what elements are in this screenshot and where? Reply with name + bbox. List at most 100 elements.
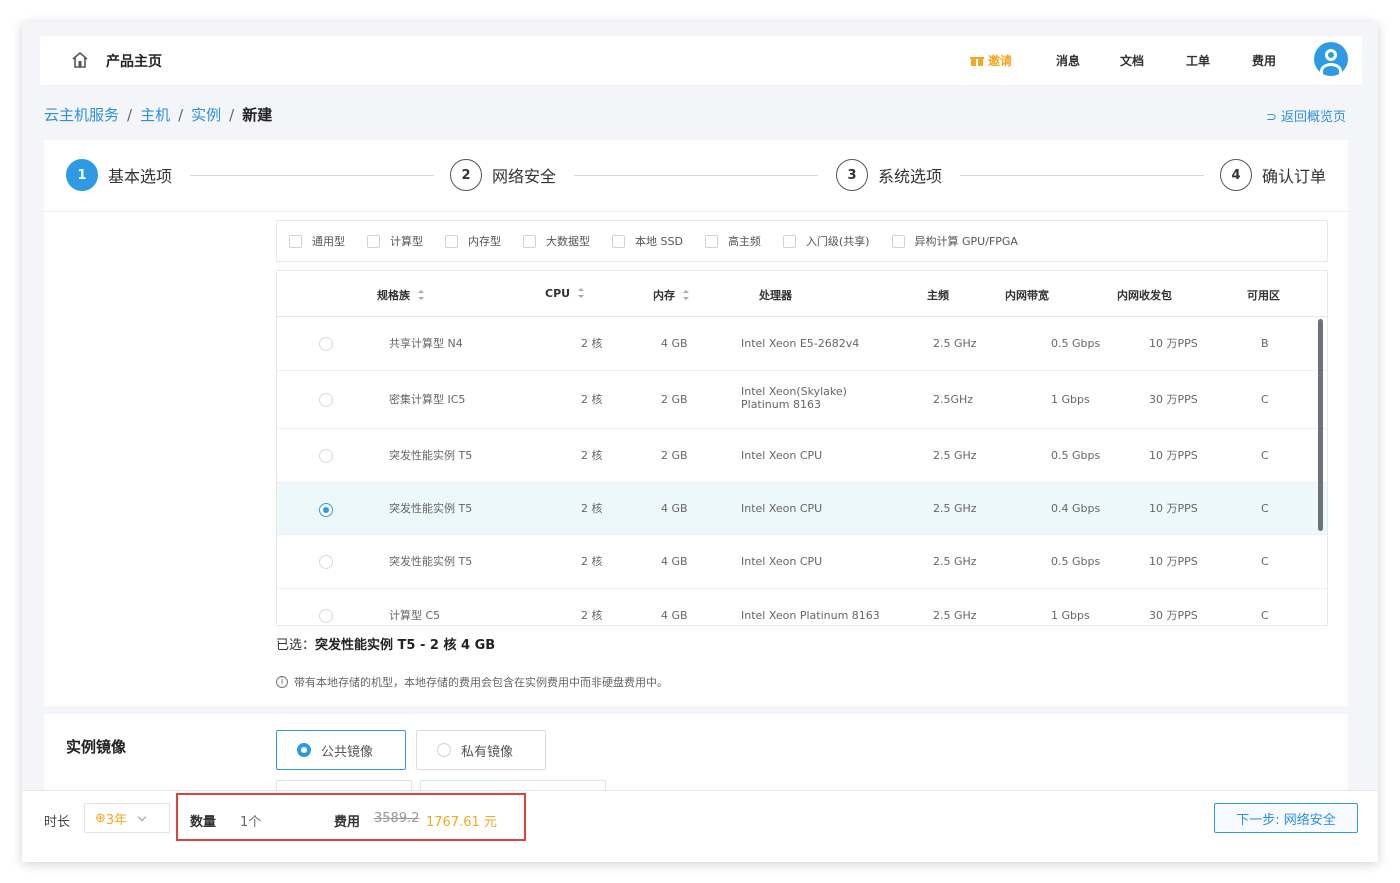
cell-memory: 2 GB bbox=[661, 449, 688, 462]
checkbox[interactable] bbox=[612, 234, 625, 248]
cell-zone: C bbox=[1261, 555, 1269, 568]
filter-high-freq[interactable]: 高主频 bbox=[704, 233, 761, 249]
nav-tickets[interactable]: 工单 bbox=[1186, 52, 1210, 69]
cell-bandwidth: 0.4 Gbps bbox=[1051, 502, 1101, 515]
cell-bandwidth: 1 Gbps bbox=[1051, 393, 1090, 406]
sort-icon bbox=[578, 288, 585, 298]
cell-family: 突发性能实例 T5 bbox=[389, 449, 473, 462]
cell-family: 共享计算型 N4 bbox=[389, 337, 463, 350]
breadcrumb-current: 新建 bbox=[242, 106, 273, 124]
step-basic[interactable]: 1 基本选项 bbox=[66, 158, 172, 192]
chevron-down-icon bbox=[137, 812, 147, 821]
checkbox[interactable] bbox=[523, 234, 536, 248]
table-row[interactable]: 计算型 C5 2 核 4 GB Intel Xeon Platinum 8163… bbox=[277, 589, 1327, 625]
filter-general[interactable]: 通用型 bbox=[289, 233, 345, 249]
column-header[interactable]: 规格族 bbox=[377, 287, 424, 303]
row-radio[interactable] bbox=[319, 555, 333, 569]
cell-pps: 30 万PPS bbox=[1149, 609, 1198, 622]
private-image-option[interactable]: 私有镜像 bbox=[416, 730, 546, 770]
cell-cpu: 2 核 bbox=[581, 609, 603, 622]
table-row[interactable]: 密集计算型 IC5 2 核 2 GB Intel Xeon(Skylake) P… bbox=[277, 371, 1327, 429]
gift-icon bbox=[970, 56, 984, 66]
cell-frequency: 2.5 GHz bbox=[933, 337, 977, 350]
column-header[interactable]: 内存 bbox=[653, 287, 689, 303]
nav-messages[interactable]: 消息 bbox=[1056, 52, 1080, 69]
step-number: 4 bbox=[1220, 159, 1252, 191]
step-network[interactable]: 2 网络安全 bbox=[450, 158, 556, 192]
breadcrumb-link[interactable]: 云主机服务 bbox=[44, 106, 119, 124]
step-system[interactable]: 3 系统选项 bbox=[836, 158, 942, 192]
cell-processor: Intel Xeon Platinum 8163 bbox=[741, 609, 880, 622]
column-header[interactable]: CPU bbox=[545, 287, 585, 300]
cell-zone: C bbox=[1261, 609, 1269, 622]
checkbox[interactable] bbox=[367, 234, 380, 248]
selected-summary: 已选：突发性能实例 T5 - 2 核 4 GB bbox=[276, 638, 496, 653]
instance-type-filters: 通用型 计算型 内存型 大数据型 本地 SSD 高主频 入门级(共享) 异构计算… bbox=[276, 220, 1328, 262]
cell-cpu: 2 核 bbox=[581, 502, 603, 515]
table-row[interactable]: 共享计算型 N4 2 核 4 GB Intel Xeon E5-2682v4 2… bbox=[277, 317, 1327, 371]
row-radio[interactable] bbox=[319, 393, 333, 407]
table-row[interactable]: 突发性能实例 T5 2 核 2 GB Intel Xeon CPU 2.5 GH… bbox=[277, 429, 1327, 483]
nav-promo-link[interactable]: 邀请 bbox=[970, 52, 1012, 69]
fee-discounted: 1767.61 元 bbox=[426, 815, 497, 830]
next-step-button[interactable]: 下一步: 网络安全 bbox=[1214, 803, 1358, 833]
step-number: 3 bbox=[836, 159, 868, 191]
filter-bigdata[interactable]: 大数据型 bbox=[523, 233, 590, 249]
nav-billing[interactable]: 费用 bbox=[1252, 52, 1276, 69]
checkbox[interactable] bbox=[704, 234, 718, 248]
checkbox[interactable] bbox=[891, 234, 905, 248]
table-row-selected[interactable]: 突发性能实例 T5 2 核 4 GB Intel Xeon CPU 2.5 GH… bbox=[277, 483, 1327, 535]
breadcrumb-link[interactable]: 主机 bbox=[140, 106, 170, 124]
row-radio[interactable] bbox=[319, 449, 333, 463]
cell-memory: 4 GB bbox=[661, 502, 688, 515]
cell-zone: B bbox=[1261, 337, 1269, 350]
table-row[interactable]: 突发性能实例 T5 2 核 4 GB Intel Xeon CPU 2.5 GH… bbox=[277, 535, 1327, 589]
filter-local-ssd[interactable]: 本地 SSD bbox=[612, 233, 683, 249]
nav-docs[interactable]: 文档 bbox=[1120, 52, 1144, 69]
row-radio[interactable] bbox=[319, 609, 333, 623]
cell-pps: 10 万PPS bbox=[1149, 337, 1198, 350]
back-to-overview-link[interactable]: ⊃ 返回概览页 bbox=[1266, 106, 1346, 125]
storage-note: i 带有本地存储的机型，本地存储的费用会包含在实例费用中而非硬盘费用中。 bbox=[276, 674, 668, 690]
top-nav: 产品主页 邀请 消息 文档 工单 费用 bbox=[40, 36, 1362, 86]
instance-spec-table: 规格族 CPU 内存 处理器 主频 内网带宽 内网收发包 可用区 共享计算型 N… bbox=[276, 270, 1328, 626]
filter-entry-shared[interactable]: 入门级(共享) bbox=[782, 233, 870, 249]
filter-gpu-fpga[interactable]: 异构计算 GPU/FPGA bbox=[891, 233, 1018, 249]
cell-bandwidth: 1 Gbps bbox=[1051, 609, 1090, 622]
avatar-head-icon bbox=[1325, 49, 1337, 61]
duration-select[interactable]: ⊕ 3年 bbox=[84, 803, 170, 833]
step-label: 确认订单 bbox=[1262, 167, 1327, 186]
cell-memory: 2 GB bbox=[661, 393, 688, 406]
quantity-input[interactable]: 1个 bbox=[240, 811, 261, 830]
home-icon[interactable] bbox=[70, 50, 90, 70]
breadcrumb-link[interactable]: 实例 bbox=[191, 106, 221, 124]
fee-label: 费用 bbox=[334, 815, 361, 830]
duration-label: 时长 bbox=[44, 815, 71, 830]
checkbox[interactable] bbox=[445, 234, 458, 248]
cell-memory: 4 GB bbox=[661, 609, 688, 622]
column-header: 内网带宽 bbox=[1005, 289, 1049, 302]
bottom-bar: 时长 ⊕ 3年 数量 1个 费用 3589.2 1767.61 元 下一步: 网… bbox=[22, 790, 1378, 862]
step-label: 网络安全 bbox=[492, 167, 557, 186]
step-number: 2 bbox=[450, 159, 482, 191]
avatar[interactable] bbox=[1314, 42, 1348, 76]
cell-processor: Intel Xeon CPU bbox=[741, 502, 823, 515]
filter-memory[interactable]: 内存型 bbox=[445, 233, 501, 249]
cell-processor: Intel Xeon CPU bbox=[741, 449, 823, 462]
checkbox[interactable] bbox=[289, 234, 302, 248]
cell-pps: 10 万PPS bbox=[1149, 449, 1198, 462]
column-header: 可用区 bbox=[1247, 289, 1280, 302]
row-radio[interactable] bbox=[319, 337, 333, 351]
breadcrumb-separator: / bbox=[229, 106, 235, 124]
checkbox[interactable] bbox=[782, 234, 796, 248]
filter-compute[interactable]: 计算型 bbox=[367, 233, 423, 249]
home-link[interactable]: 产品主页 bbox=[106, 51, 162, 71]
stepper: 1 基本选项 2 网络安全 3 系统选项 4 确认订单 bbox=[44, 140, 1348, 212]
breadcrumb-separator: / bbox=[178, 106, 184, 124]
column-header: 主频 bbox=[927, 289, 949, 302]
sort-icon bbox=[418, 290, 424, 300]
row-radio-checked[interactable] bbox=[319, 503, 333, 517]
step-confirm[interactable]: 4 确认订单 bbox=[1220, 158, 1326, 192]
table-scrollbar[interactable] bbox=[1318, 319, 1323, 531]
public-image-option[interactable]: 公共镜像 bbox=[276, 730, 406, 770]
